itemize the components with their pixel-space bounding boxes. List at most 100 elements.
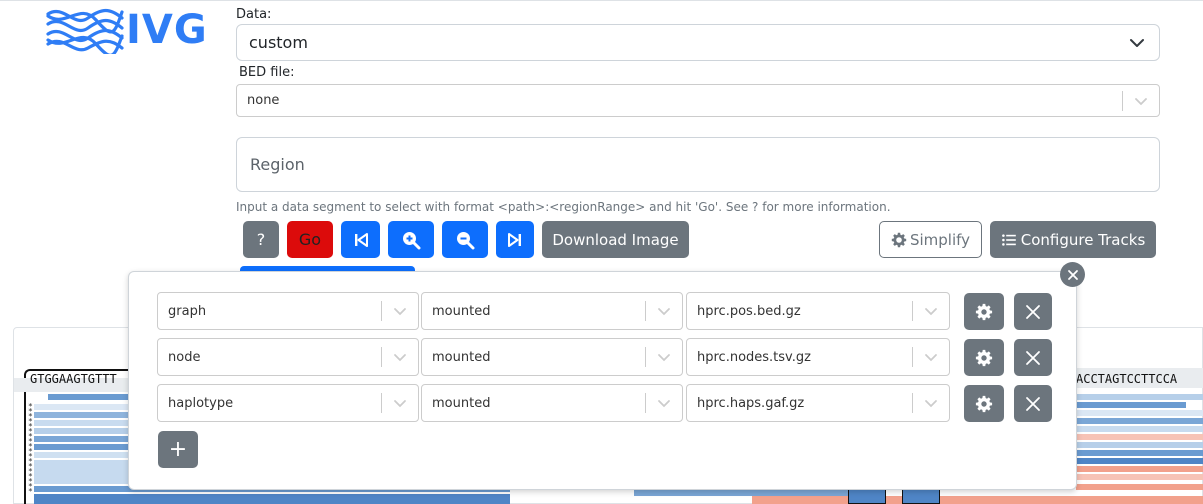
track-type-value: node [168, 349, 201, 365]
chevron-down-icon [1123, 85, 1159, 116]
track-type-select[interactable]: haplotype [157, 384, 419, 422]
simplify-button[interactable]: Simplify [879, 221, 982, 258]
region-placeholder: Region [250, 155, 305, 174]
add-track-button[interactable]: + [158, 431, 198, 468]
track-settings-button[interactable] [964, 385, 1004, 422]
haplotype-bar [34, 444, 128, 450]
bed-file-value: none [247, 93, 280, 108]
configure-tracks-label: Configure Tracks [1020, 230, 1146, 249]
haplotype-bar [34, 494, 510, 504]
haplotype-bar [34, 452, 128, 458]
chevron-down-icon [913, 293, 949, 329]
haplotype-bar [48, 394, 128, 400]
track-status-value: mounted [432, 303, 491, 319]
data-select-value: custom [249, 33, 308, 52]
chevron-down-icon [913, 339, 949, 375]
haplotype-bar [1076, 484, 1203, 490]
chevron-down-icon [646, 293, 682, 329]
top-border [0, 0, 1203, 4]
track-settings-button[interactable] [964, 293, 1004, 330]
track-file-select[interactable]: hprc.pos.bed.gz [686, 292, 950, 330]
haplotype-bar [34, 428, 128, 434]
gear-icon [975, 349, 993, 366]
gear-icon [891, 232, 907, 247]
track-file-value: hprc.nodes.tsv.gz [697, 349, 811, 365]
zoom-in-button[interactable] [388, 221, 434, 258]
configure-tracks-button[interactable]: Configure Tracks [990, 221, 1156, 258]
bed-file-select[interactable]: none [236, 84, 1160, 117]
haplotype-bar [1076, 418, 1203, 424]
region-help-text: Input a data segment to select with form… [236, 200, 891, 214]
download-image-button[interactable]: Download Image [542, 221, 689, 258]
track-type-value: graph [168, 303, 207, 319]
haplotype-bar [1076, 442, 1203, 448]
track-file-value: hprc.pos.bed.gz [697, 303, 801, 319]
chevron-down-icon [382, 293, 418, 329]
haplotype-bar [34, 460, 128, 484]
chevron-down-icon [382, 339, 418, 375]
chevron-down-icon [646, 385, 682, 421]
region-input[interactable]: Region [236, 137, 1160, 192]
sequence-right: ACCTAGTCCTTCCA [1076, 372, 1178, 386]
haplotype-bar [1076, 434, 1203, 440]
haplotype-bar [1076, 450, 1203, 456]
track-status-select[interactable]: mounted [421, 292, 683, 330]
track-type-value: haplotype [168, 395, 234, 411]
node-box [902, 488, 940, 504]
node-box [848, 488, 886, 504]
gear-icon [975, 395, 993, 412]
haplotype-bar [34, 420, 128, 426]
track-settings-button[interactable] [964, 339, 1004, 376]
haplotype-bar [34, 404, 128, 410]
track-status-select[interactable]: mounted [421, 338, 683, 376]
haplotype-bar [1076, 474, 1203, 480]
track-file-value: hprc.haps.gaf.gz [697, 395, 805, 411]
haplotype-bar [1076, 466, 1203, 472]
track-status-value: mounted [432, 349, 491, 365]
track-remove-button[interactable] [1014, 293, 1052, 330]
track-status-value: mounted [432, 395, 491, 411]
chevron-down-icon [382, 385, 418, 421]
simplify-label: Simplify [909, 230, 971, 249]
track-status-select[interactable]: mounted [421, 384, 683, 422]
close-icon [1026, 350, 1040, 365]
haplotype-bar [1076, 426, 1203, 432]
logo-text: IVG [126, 7, 208, 53]
jump-start-button[interactable] [341, 221, 380, 258]
ivg-logo: IVG [44, 6, 216, 54]
close-icon [1026, 396, 1040, 411]
go-button[interactable]: Go [287, 221, 333, 258]
help-button[interactable]: ? [243, 221, 279, 258]
modal-close-button[interactable] [1060, 262, 1085, 287]
haplotype-bar [34, 436, 128, 442]
close-icon [1026, 304, 1040, 319]
jump-end-button[interactable] [496, 221, 534, 258]
track-type-select[interactable]: node [157, 338, 419, 376]
sequence-left: GTGGAAGTGTTT [30, 372, 117, 386]
track-file-select[interactable]: hprc.haps.gaf.gz [686, 384, 950, 422]
track-type-select[interactable]: graph [157, 292, 419, 330]
haplotype-bar [1076, 410, 1203, 416]
haplotype-bar [34, 412, 128, 418]
skip-start-icon [354, 232, 368, 247]
chevron-down-icon [646, 339, 682, 375]
zoom-out-button[interactable] [442, 221, 488, 258]
track-remove-button[interactable] [1014, 385, 1052, 422]
list-icon [1001, 233, 1016, 246]
haplotype-bar [1076, 394, 1203, 400]
chevron-down-icon [1130, 39, 1144, 47]
wave-logo-icon [46, 8, 124, 54]
gear-icon [975, 303, 993, 320]
zoom-out-icon [457, 231, 475, 249]
bed-file-label: BED file: [239, 65, 295, 80]
data-label: Data: [236, 7, 272, 22]
haplotype-bar [1076, 458, 1203, 464]
zoom-in-icon [403, 231, 421, 249]
haplotype-bar [752, 496, 1203, 504]
chevron-down-icon [913, 385, 949, 421]
skip-end-icon [508, 232, 521, 247]
track-remove-button[interactable] [1014, 339, 1052, 376]
data-select[interactable]: custom [236, 24, 1160, 61]
track-file-select[interactable]: hprc.nodes.tsv.gz [686, 338, 950, 376]
close-icon [1067, 269, 1078, 280]
